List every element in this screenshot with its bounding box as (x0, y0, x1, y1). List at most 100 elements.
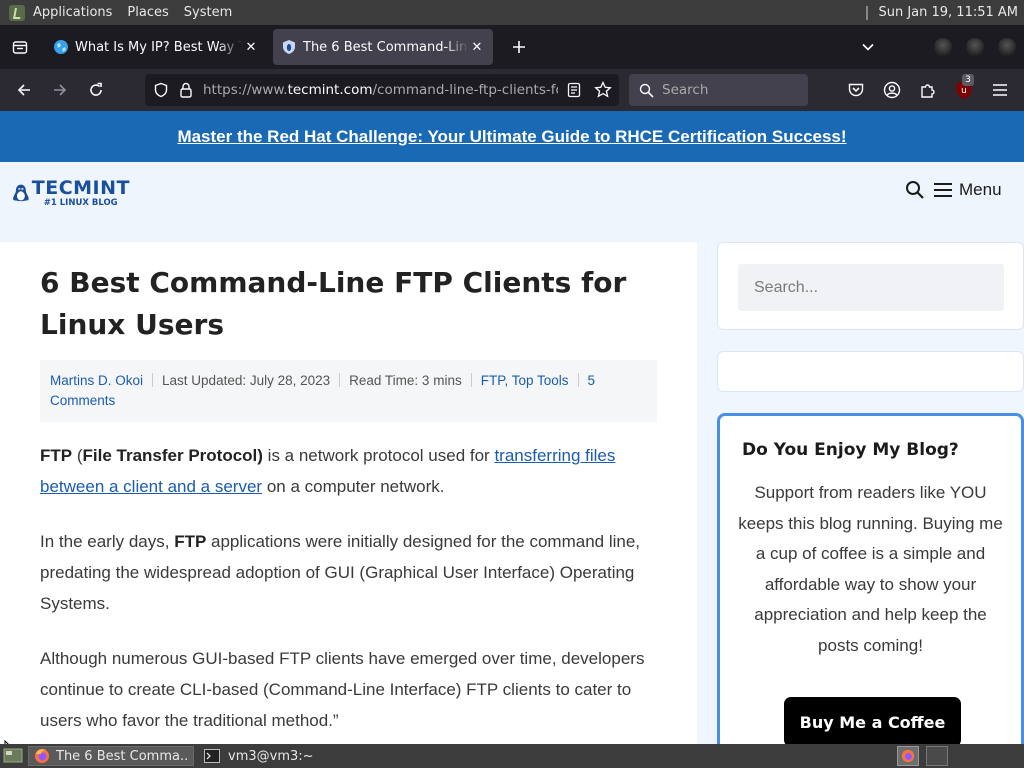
url-bar[interactable]: https://www.tecmint.com/command-line-ftp… (145, 74, 619, 106)
places-menu[interactable]: Places (121, 5, 177, 20)
text-span: ( (72, 446, 83, 465)
tab-title: What Is My IP? Best Way To (75, 39, 243, 55)
article: 6 Best Command-Line FTP Clients for Linu… (0, 242, 697, 744)
navigation-toolbar: https://www.tecmint.com/command-line-ftp… (0, 69, 1024, 111)
author-link[interactable]: Martins D. Okoi (50, 373, 143, 388)
logo-wordmark: TECMINT #1 LINUX BLOG (32, 178, 130, 208)
article-title: 6 Best Command-Line FTP Clients for Linu… (40, 266, 627, 341)
plus-icon (513, 41, 525, 53)
tracking-protection-shield-icon[interactable] (153, 82, 169, 98)
puzzle-piece-icon (921, 84, 935, 98)
top-panel: Applications Places System Sun Jan 19, 1… (0, 0, 1024, 25)
ublock-origin-button[interactable]: u 3 (953, 74, 975, 101)
applications-icon[interactable] (9, 4, 25, 21)
url-text[interactable]: https://www.tecmint.com/command-line-ftp… (203, 82, 558, 98)
paragraph-history: In the early days, FTP applications were… (40, 526, 650, 619)
site-header: TECMINT #1 LINUX BLOG Menu (0, 162, 1024, 242)
coffee-support-widget: Do You Enjoy My Blog? Support from reade… (717, 413, 1024, 744)
header-search-icon[interactable] (905, 180, 925, 200)
tab-title: The 6 Best Command-Line FTP (303, 39, 469, 55)
meta-divider (577, 373, 579, 387)
read-time: Read Time: 3 mins (349, 373, 462, 388)
reader-view-icon[interactable] (566, 82, 582, 98)
arrow-right-icon (54, 84, 67, 96)
meta-divider (470, 373, 472, 387)
new-tab-button[interactable] (503, 31, 535, 63)
system-menu[interactable]: System (178, 5, 241, 20)
taskbar-label: vm3@vm3:~ (228, 748, 314, 764)
globe-favicon-icon (53, 39, 69, 55)
logo-name: TECMINT (31, 177, 130, 199)
coffee-body: Support from readers like YOU keeps this… (738, 483, 1003, 655)
panel-separator (866, 5, 869, 20)
meta-divider (152, 373, 154, 387)
arrow-left-icon (17, 84, 30, 96)
firefox-icon (35, 749, 49, 763)
extensions-button[interactable] (917, 79, 939, 101)
sidebar-search-input[interactable]: Search... (738, 264, 1004, 311)
buy-me-a-coffee-button[interactable]: Buy Me a Coffee (784, 697, 961, 744)
search-placeholder: Search (662, 82, 709, 98)
tab-what-is-my-ip[interactable]: What Is My IP? Best Way To ✕ (45, 29, 267, 65)
promo-banner-link[interactable]: Master the Red Hat Challenge: Your Ultim… (177, 127, 846, 147)
bold-text: File Transfer Protocol) (82, 446, 263, 465)
article-meta: Martins D. Okoi Last Updated: July 28, 20… (40, 360, 657, 422)
text-span: In the early days, (40, 532, 175, 551)
bold-text: FTP (174, 532, 207, 551)
workspace-2[interactable] (926, 746, 948, 766)
sidebar-empty-widget (717, 351, 1024, 392)
close-window-button[interactable] (998, 38, 1016, 56)
account-button[interactable] (881, 79, 903, 101)
taskbar-item-firefox[interactable]: The 6 Best Comma... (28, 746, 194, 766)
clock[interactable]: Sun Jan 19, 11:51 AM (878, 5, 1018, 20)
close-tab-icon[interactable]: ✕ (469, 39, 485, 55)
hamburger-icon (934, 183, 952, 197)
tab-bar: What Is My IP? Best Way To ✕ The 6 Best … (0, 25, 1024, 69)
page-viewport: Master the Red Hat Challenge: Your Ultim… (0, 111, 1024, 744)
meta-divider (339, 373, 341, 387)
tab-ftp-clients[interactable]: The 6 Best Command-Line FTP ✕ (273, 29, 493, 65)
extension-badge: 3 (962, 74, 974, 86)
taskbar-label: The 6 Best Comma... (56, 748, 188, 764)
close-tab-icon[interactable]: ✕ (243, 39, 259, 55)
tux-penguin-logo-icon (13, 184, 29, 202)
taskbar-item-terminal[interactable]: vm3@vm3:~ (199, 746, 319, 766)
promo-banner: Master the Red Hat Challenge: Your Ultim… (0, 111, 1024, 162)
forward-button[interactable] (42, 74, 78, 106)
category-links[interactable]: FTP, Top Tools (481, 373, 569, 388)
bookmark-star-icon[interactable] (594, 81, 612, 99)
url-prefix: https://www. (203, 82, 288, 98)
hamburger-menu-icon (993, 84, 1007, 96)
text-span: on a computer network. (262, 477, 445, 496)
text-span: is a network protocol used for (262, 446, 495, 465)
menu-label: Menu (959, 180, 1002, 199)
terminal-icon (204, 749, 220, 763)
url-path: /command-line-ftp-clients-for-linux/ (372, 82, 558, 98)
firefox-view-icon (12, 41, 28, 54)
site-logo[interactable]: TECMINT #1 LINUX BLOG (12, 173, 130, 213)
back-button[interactable] (6, 74, 42, 106)
reload-button[interactable] (78, 74, 114, 106)
coffee-heading: Do You Enjoy My Blog? (742, 440, 959, 460)
clock-area: Sun Jan 19, 11:51 AM (866, 5, 1024, 20)
list-all-tabs-button[interactable] (856, 35, 880, 59)
show-desktop-icon[interactable] (3, 747, 23, 765)
search-bar[interactable]: Search (629, 74, 808, 106)
paragraph-cli: Although numerous GUI-based FTP clients … (40, 649, 645, 730)
app-menu-button[interactable] (989, 79, 1011, 101)
pocket-button[interactable] (845, 79, 867, 101)
firefox-view-button[interactable] (0, 25, 40, 69)
logo-tagline: #1 LINUX BLOG (43, 198, 118, 208)
maximize-button[interactable] (966, 38, 984, 56)
sidebar-search-widget: Search... (717, 242, 1024, 330)
bottom-panel: The 6 Best Comma... vm3@vm3:~ (0, 744, 1024, 768)
workspace-1[interactable] (897, 746, 919, 766)
svg-text:u: u (961, 86, 967, 96)
chevron-down-icon (862, 43, 874, 51)
minimize-button[interactable] (934, 38, 952, 56)
menu-toggle-button[interactable]: Menu (934, 180, 1002, 200)
lock-icon[interactable] (179, 82, 193, 98)
applications-menu[interactable]: Applications (33, 5, 121, 20)
firefox-icon (901, 749, 915, 763)
paragraph-intro: FTP (File Transfer Protocol) is a networ… (40, 440, 650, 502)
